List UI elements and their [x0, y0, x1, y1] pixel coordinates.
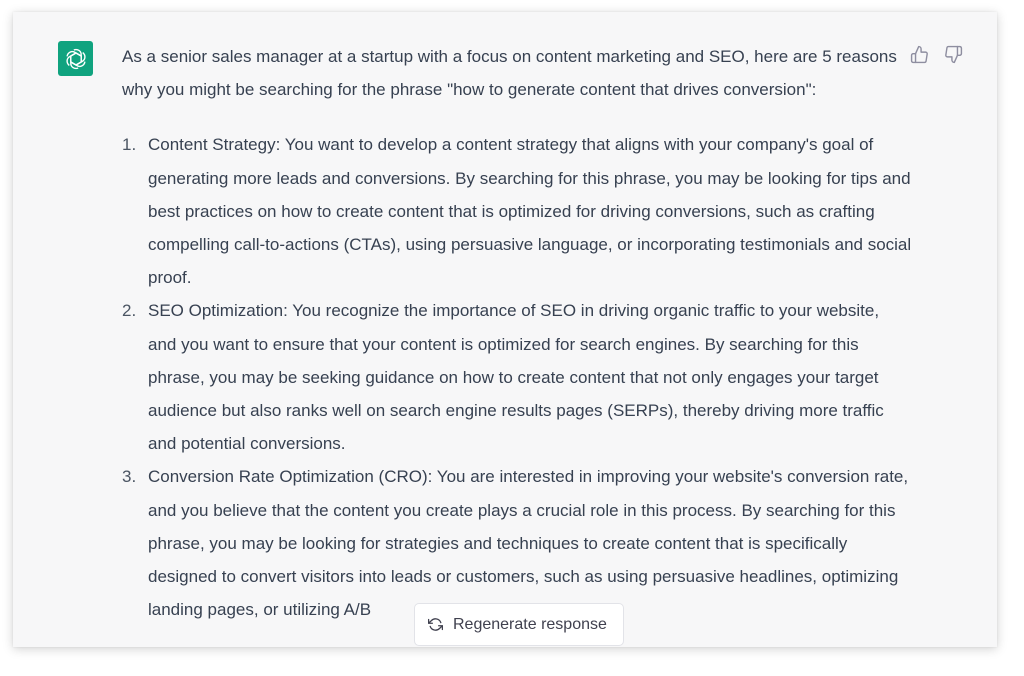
assistant-avatar	[58, 41, 93, 76]
thumbs-down-icon	[945, 45, 963, 64]
list-item-number: 3.	[122, 467, 137, 487]
openai-logo-icon	[65, 48, 86, 69]
list-item-number: 2.	[122, 301, 137, 321]
list-item: 1. Content Strategy: You want to develop…	[122, 128, 912, 294]
refresh-icon	[428, 618, 443, 631]
list-item: 2. SEO Optimization: You recognize the i…	[122, 294, 912, 460]
thumbs-up-icon	[910, 45, 928, 64]
regenerate-response-button[interactable]: Regenerate response	[414, 603, 624, 646]
thumbs-down-button[interactable]	[944, 45, 963, 64]
assistant-message: As a senior sales manager at a startup w…	[122, 40, 912, 626]
feedback-controls	[910, 45, 963, 64]
list-item: 3. Conversion Rate Optimization (CRO): Y…	[122, 460, 912, 626]
regenerate-label: Regenerate response	[453, 615, 607, 633]
reasons-list: 1. Content Strategy: You want to develop…	[122, 128, 912, 626]
list-item-number: 1.	[122, 135, 137, 155]
thumbs-up-button[interactable]	[910, 45, 929, 64]
message-intro: As a senior sales manager at a startup w…	[122, 47, 897, 100]
chat-message-panel: As a senior sales manager at a startup w…	[13, 12, 997, 647]
list-item-text: SEO Optimization: You recognize the impo…	[148, 301, 884, 454]
list-item-text: Conversion Rate Optimization (CRO): You …	[148, 467, 909, 620]
list-item-text: Content Strategy: You want to develop a …	[148, 135, 912, 288]
